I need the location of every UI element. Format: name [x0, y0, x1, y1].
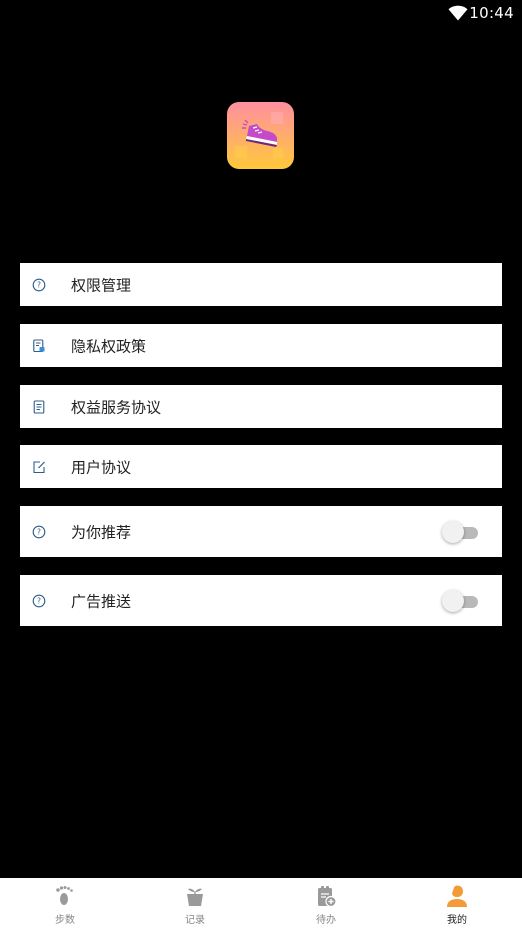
menu-item-service-agreement[interactable]: 权益服务协议 [20, 385, 502, 428]
help-circle-icon: ? [32, 525, 46, 538]
nav-item-todo[interactable]: 待办 [261, 878, 391, 930]
edit-icon [33, 460, 45, 473]
wifi-icon [448, 5, 468, 21]
recommendations-toggle[interactable] [442, 520, 480, 543]
toggle-thumb [442, 589, 464, 612]
nav-item-records[interactable]: 记录 [130, 878, 260, 930]
footprint-icon [56, 886, 73, 905]
help-circle-icon: ? [32, 278, 46, 291]
help-circle-icon: ? [32, 594, 46, 607]
app-logo [227, 102, 294, 169]
document-icon [33, 399, 45, 414]
menu-item-label: 权限管理 [71, 276, 132, 294]
status-time: 10:44 [469, 4, 514, 22]
nav-item-mine[interactable]: 我的 [392, 878, 522, 930]
nav-label: 记录 [185, 915, 205, 926]
nav-label: 待办 [316, 915, 336, 926]
menu-item-privacy-policy[interactable]: 隐私权政策 [20, 324, 502, 367]
user-icon [447, 885, 467, 907]
bottom-nav: 步数 记录 待办 我的 [0, 878, 522, 930]
svg-text:?: ? [37, 527, 41, 536]
toggle-row-ad-push: ? 广告推送 [20, 575, 502, 626]
sneaker-icon [227, 102, 294, 169]
toggle-row-label: 广告推送 [71, 592, 132, 610]
ad-push-toggle[interactable] [442, 589, 480, 612]
clipboard-add-icon [318, 886, 337, 908]
svg-text:?: ? [37, 596, 41, 605]
nav-label: 步数 [55, 915, 75, 926]
menu-item-label: 用户协议 [71, 458, 132, 476]
privacy-document-icon [33, 338, 45, 352]
toggle-thumb [442, 520, 464, 543]
svg-text:?: ? [37, 280, 41, 289]
toggle-row-label: 为你推荐 [71, 523, 132, 541]
menu-item-label: 隐私权政策 [71, 337, 147, 355]
menu-item-label: 权益服务协议 [71, 398, 162, 416]
toggle-row-recommendations: ? 为你推荐 [20, 506, 502, 557]
nav-label: 我的 [447, 915, 467, 926]
nav-item-steps[interactable]: 步数 [0, 878, 130, 930]
menu-item-permissions[interactable]: ? 权限管理 [20, 263, 502, 306]
status-bar: 10:44 [0, 0, 522, 28]
menu-item-user-agreement[interactable]: 用户协议 [20, 445, 502, 488]
plant-pot-icon [187, 888, 203, 906]
